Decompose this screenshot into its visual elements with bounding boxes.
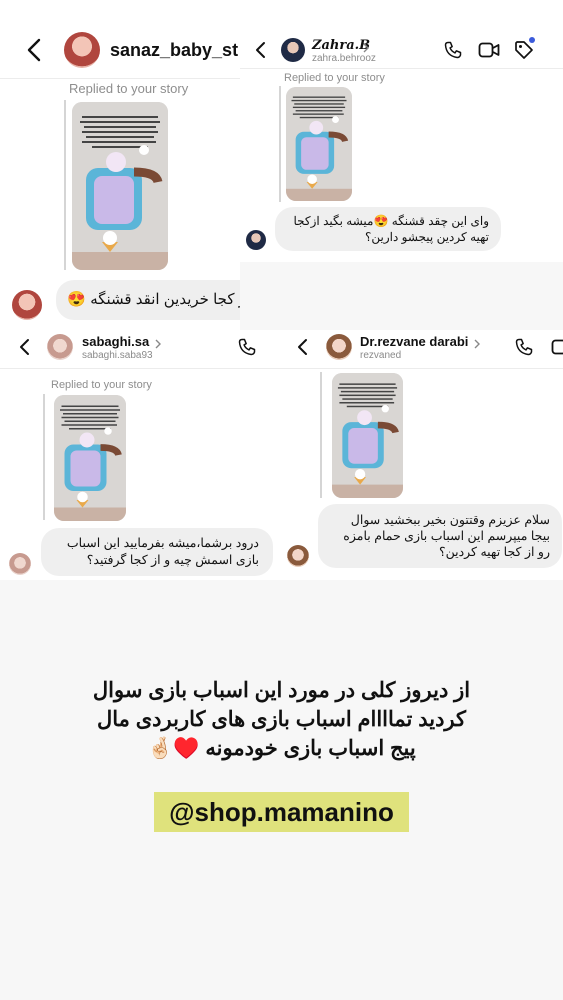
reply-indicator-line [64, 100, 66, 270]
caption-line-2: کردید تماااام اسباب بازی های کاربردی مال [96, 708, 467, 731]
header-divider [0, 368, 280, 369]
chat-panel-sabaghi: sabaghi.sa sabaghi.saba93 Replied to you… [0, 330, 280, 580]
chat-username[interactable]: sanaz_baby_st [110, 40, 238, 61]
caption-line-1: از دیروز کلی در مورد این اسباب بازی سوال [92, 679, 471, 702]
chat-display-name[interactable]: sabaghi.sa [82, 334, 149, 349]
story-thumbnail[interactable] [286, 87, 352, 201]
message-bubble: این از کجا خریدین انقد قشنگه 😍 [56, 280, 240, 320]
header-divider [0, 78, 240, 79]
video-call-icon[interactable] [478, 41, 500, 59]
replied-label: Replied to your story [69, 81, 189, 96]
replied-label: Replied to your story [284, 72, 385, 84]
chat-username: sabaghi.saba93 [82, 350, 153, 361]
story-thumbnail[interactable] [72, 102, 168, 270]
sender-avatar [246, 230, 266, 250]
sender-avatar [287, 545, 309, 567]
header-divider [280, 368, 563, 369]
reply-indicator-line [320, 372, 322, 498]
chat-panel-sanaz: sanaz_baby_st Replied to your story این … [0, 0, 240, 330]
back-arrow-icon[interactable] [18, 338, 30, 356]
sender-avatar [12, 290, 42, 320]
back-arrow-icon[interactable] [296, 338, 308, 356]
avatar[interactable] [47, 334, 73, 360]
story-thumbnail[interactable] [332, 373, 403, 498]
caption-line-3: پیج اسباب بازی خودمونه ♥️🤞🏻 [147, 737, 416, 760]
avatar[interactable] [281, 38, 305, 62]
phone-icon[interactable] [237, 337, 257, 357]
sender-avatar [9, 553, 31, 575]
header-divider [240, 68, 563, 69]
chevron-right-icon [473, 336, 481, 349]
reply-indicator-line [279, 86, 281, 202]
message-bubble: درود برشما،میشه بفرمایید این اسباب بازی … [41, 528, 273, 576]
shop-handle-highlight[interactable]: @shop.mamanino [154, 792, 409, 832]
avatar[interactable] [64, 32, 100, 68]
phone-icon[interactable] [514, 337, 534, 357]
reply-indicator-line [43, 394, 45, 520]
chat-username: zahra.behrooz [312, 53, 376, 64]
back-arrow-icon[interactable] [254, 41, 266, 59]
back-arrow-icon[interactable] [24, 38, 44, 62]
story-thumbnail[interactable] [54, 395, 126, 521]
video-call-icon[interactable] [551, 338, 563, 356]
shop-handle[interactable]: @shop.mamanino [154, 792, 409, 832]
message-bubble: وای این چقد قشنگه 😍میشه بگید ازکجا تهیه … [275, 207, 501, 251]
chat-username: rezvaned [360, 350, 402, 361]
notification-dot [529, 37, 535, 43]
avatar[interactable] [326, 334, 352, 360]
tag-icon[interactable] [514, 40, 534, 60]
phone-icon[interactable] [443, 40, 463, 60]
chat-panel-rezvane: Dr.rezvane darabi rezvaned سلام عزیزم وق… [280, 330, 563, 580]
story-caption: از دیروز کلی در مورد این اسباب بازی سوال… [40, 676, 523, 763]
chat-display-name[interactable]: Dr.rezvane darabi [360, 334, 468, 349]
chevron-right-icon [154, 336, 162, 349]
replied-label: Replied to your story [51, 379, 152, 391]
message-bubble: سلام عزیزم وقتتون بخیر ببخشید سوال بیجا … [318, 504, 562, 568]
chevron-right-icon [362, 40, 370, 53]
chat-panel-zahra: Zahra.B zahra.behrooz Replied to your st… [240, 0, 563, 262]
